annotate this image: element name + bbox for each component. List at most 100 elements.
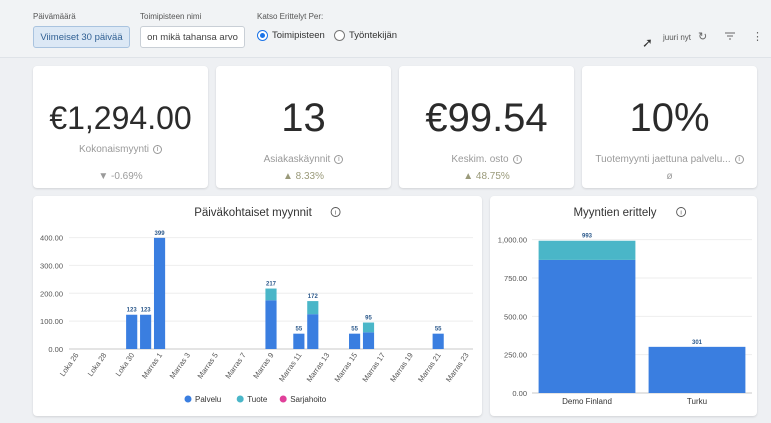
data-label: 301 [692,340,703,346]
kpi-label-text: Kokonaismyynti [78,144,150,155]
filter-bar: Päivämäärä Viimeiset 30 päivää Toimipist… [0,0,771,58]
x-tick-label: Loka 28 [86,351,109,378]
bar-segment [126,314,138,349]
chart-title: Myyntien erittely [573,207,656,219]
x-tick-label: Demo Finland [562,397,612,406]
kpi-delta: ▲ 8.33% [282,171,325,182]
x-tick-label: Marras 11 [277,351,303,383]
x-tick-label: Marras 15 [332,351,359,384]
data-label: 172 [308,294,319,300]
y-tick-label: 750.00 [504,274,527,283]
x-tick-label: Marras 1 [140,351,164,380]
kpi-value: 10% [629,96,710,140]
refresh-icon[interactable]: ↻ [698,30,707,43]
y-tick-label: 200.00 [40,289,63,298]
data-label: 217 [266,282,277,288]
kpi-label-text: Asiakaskäynnit [263,154,331,165]
info-icon[interactable]: i [512,155,522,164]
kpi-3: 10% Tuotemyynti jaettuna palvelu... i ø [582,66,757,188]
info-icon-glyph: i [680,210,681,217]
legend-marker [184,395,192,403]
bar-segment [538,259,636,393]
info-icon[interactable]: i [734,155,744,164]
radio-store[interactable]: Toimipisteen [257,30,325,41]
y-tick-label: 0.00 [48,345,63,354]
legend-marker [236,395,244,403]
x-tick-label: Marras 21 [416,351,443,384]
data-label: 55 [435,327,442,333]
data-label: 123 [141,308,152,314]
data-label: 95 [365,316,372,322]
last-updated-text: juuri nyt [663,33,692,42]
more-vertical-icon[interactable]: ⋮ [752,30,763,43]
kpi-label: Asiakaskäynnit i [222,154,385,165]
bar-segment [140,314,152,349]
legend-label: Palvelu [195,395,221,404]
x-tick-label: Loka 30 [114,351,137,378]
info-icon[interactable]: i [334,155,344,164]
kpi-label-text: Keskim. osto [451,154,509,165]
y-tick-label: 0.00 [512,389,527,398]
y-tick-label: 250.00 [504,351,527,360]
bar-segment [265,288,277,301]
filter-icon[interactable] [724,30,736,45]
sales-breakdown-chart: Myyntien erittely i 0.00 250.00 500.00 750.00… [498,207,752,406]
data-label: 993 [582,234,593,240]
kpi-label: Keskim. osto i [405,154,568,165]
radio-employee[interactable]: Työntekijän [334,30,397,41]
x-tick-label: Marras 7 [223,351,247,380]
legend-marker [279,395,287,403]
radio-selected-icon [257,30,268,41]
x-tick-label: Turku [687,397,707,406]
bar-segment [265,300,277,349]
store-filter-label: Toimipisteen nimi [140,12,202,21]
kpi-value: €1,294.00 [49,100,192,136]
info-icon[interactable]: i [153,145,163,154]
x-tick-label: Marras 3 [168,351,192,380]
date-filter-button[interactable]: Viimeiset 30 päivää [33,26,130,48]
kpi-0: €1,294.00 Kokonaismyynti i ▼ -0.69% [33,66,208,188]
bar-segment [362,322,375,333]
mouse-cursor-icon: ➚ [642,35,653,50]
legend-label: Sarjahoito [290,395,327,404]
breakdown-label: Katso Erittelyt Per: [257,12,324,21]
kpi-delta: ▲ 48.75% [463,171,510,182]
kpi-2: €99.54 Keskim. osto i ▲ 48.75% [399,66,574,188]
bar-segment [307,314,319,349]
kpi-value: 13 [281,96,326,140]
data-label: 55 [351,327,358,333]
x-tick-label: Marras 9 [251,351,275,380]
bar-segment [362,332,375,349]
info-icon-glyph: i [335,210,336,217]
x-tick-label: Marras 17 [360,351,387,384]
bar-segment [538,240,636,260]
kpi-delta: ø [666,171,673,182]
data-label: 123 [127,308,138,314]
x-tick-label: Marras 5 [196,351,220,380]
bar-segment [349,333,361,349]
bar-segment [307,301,319,315]
kpi-label: Kokonaismyynti i [39,144,202,155]
daily-sales-card: Päiväkohtaiset myynnit i 0.00 100.00 200.00 3… [33,196,482,416]
x-tick-label: Marras 13 [305,351,332,384]
y-tick-label: 100.00 [40,317,63,326]
y-tick-label: 1,000.00 [498,236,527,245]
x-tick-label: Loka 26 [58,351,81,378]
bar-segment [432,333,444,349]
kpi-delta: ▼ -0.69% [98,171,143,182]
kpi-label-text: Tuotemyynti jaettuna palvelu... [595,154,731,165]
radio-employee-label: Työntekijän [349,30,398,41]
radio-unselected-icon [334,30,345,41]
x-tick-label: Marras 23 [444,351,471,384]
kpi-1: 13 Asiakaskäynnit i ▲ 8.33% [216,66,391,188]
data-label: 399 [155,231,166,237]
date-filter-label: Päivämäärä [33,12,76,21]
sales-breakdown-card: Myyntien erittely i 0.00 250.00 500.00 750.00… [490,196,757,416]
y-tick-label: 500.00 [504,312,527,321]
bar-segment [648,346,746,393]
store-filter-button[interactable]: on mikä tahansa arvo [140,26,245,48]
bar-segment [153,237,166,349]
bar-segment [293,333,305,349]
y-tick-label: 400.00 [40,234,63,243]
legend-label: Tuote [247,395,268,404]
